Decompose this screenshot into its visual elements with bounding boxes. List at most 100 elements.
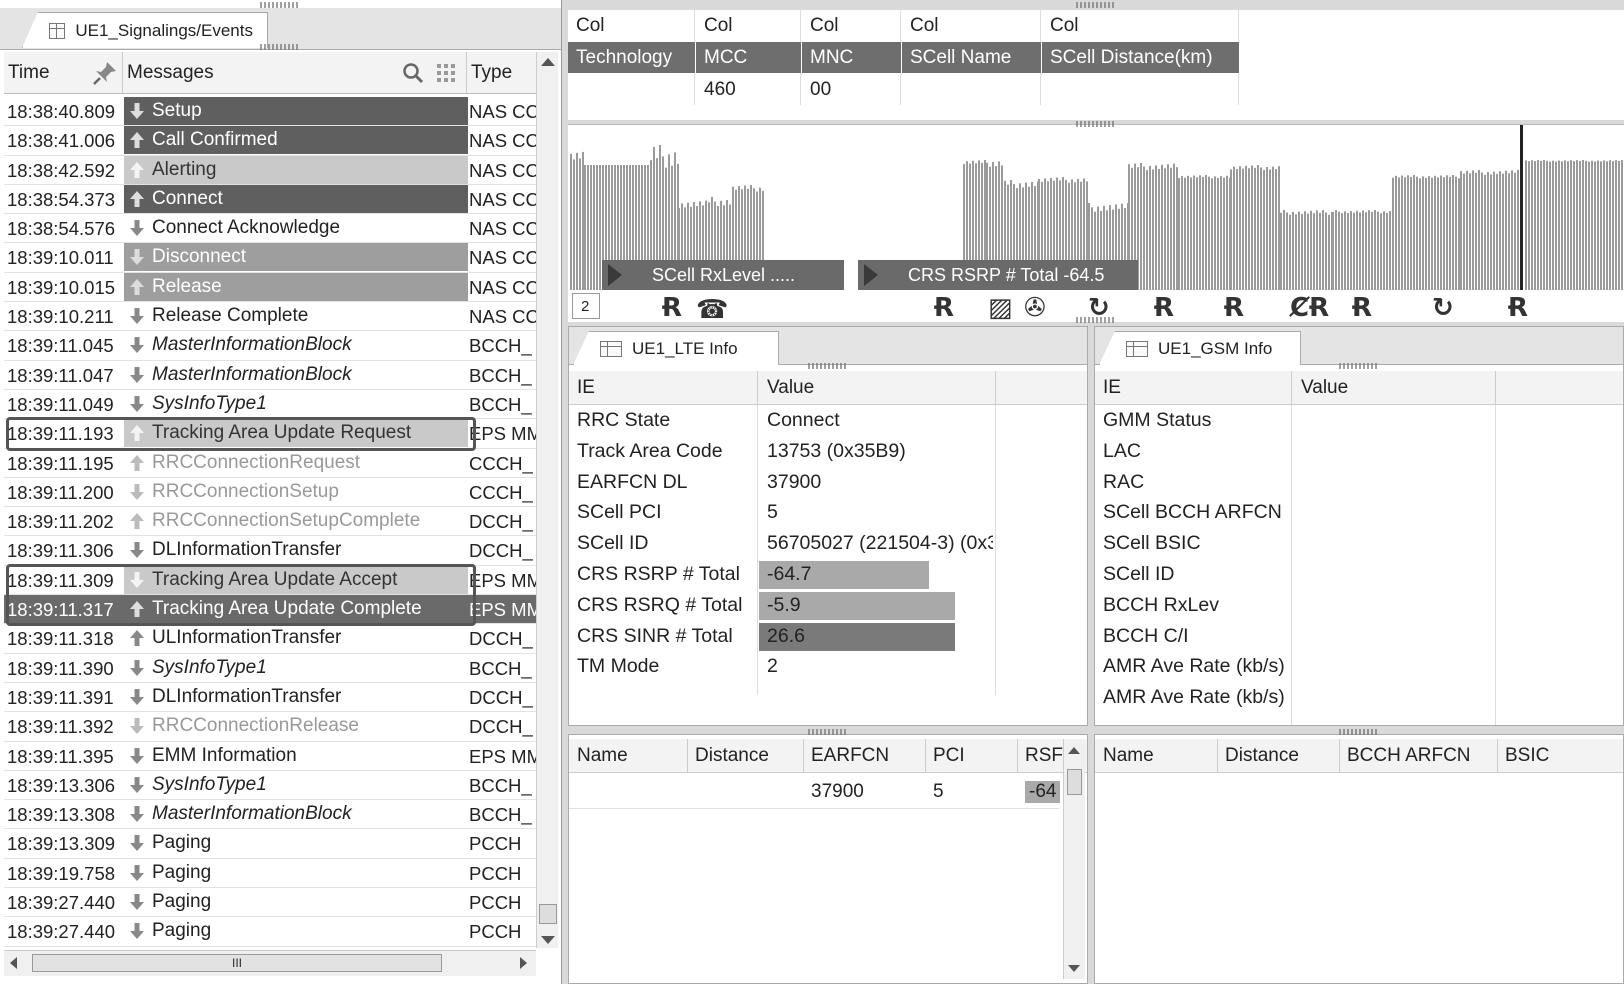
scroll-right-icon[interactable] [520,957,527,969]
table-row[interactable]: 18:39:10.015 Release NAS CC [4,272,539,303]
scroll-left-icon[interactable] [10,957,17,969]
row-message[interactable]: Alerting [124,155,468,184]
row-message[interactable]: RRCConnectionSetupComplete [124,507,468,535]
table-row[interactable]: 18:38:41.006 Call Confirmed NAS CC [4,126,539,156]
r-event-icon[interactable]: Ɍ [1508,293,1528,323]
resize-grip[interactable] [260,44,300,50]
resize-grip[interactable] [1339,363,1379,369]
col-value[interactable]: Value [1301,377,1348,399]
table-row[interactable]: 18:39:11.045 MasterInformationBlock BCCH_ [4,331,536,361]
row-message[interactable]: ULInformationTransfer [124,624,468,652]
tab-lte-info[interactable]: UE1_LTE Info [573,331,779,365]
row-message[interactable]: Call Confirmed [124,126,468,155]
table-row[interactable]: 18:39:11.392 RRCConnectionRelease DCCH_ [4,712,536,742]
table-row[interactable]: 18:39:11.318 ULInformationTransfer DCCH_ [4,624,536,654]
r-event-icon[interactable]: Ɍ [934,293,954,323]
grid-cell[interactable]: Col [1042,10,1239,41]
resize-grip[interactable] [1076,2,1116,8]
scroll-down-icon[interactable] [541,936,555,944]
grid-cell[interactable]: Col [802,10,901,41]
r-event-icon[interactable]: Ɍ [1154,293,1174,323]
row-message[interactable]: SysInfoType1 [124,771,468,799]
scroll-thumb[interactable] [539,904,557,924]
col-time[interactable]: Time [8,62,50,84]
row-message[interactable]: DLInformationTransfer [124,683,468,711]
table-row[interactable]: 18:39:11.195 RRCConnectionRequest CCCH_ [4,449,536,478]
table-row[interactable]: 18:39:10.211 Release Complete NAS CC [4,302,539,332]
grid-cell[interactable] [1042,74,1239,105]
grid-cell[interactable] [902,74,1041,105]
row-message[interactable]: SysInfoType1 [124,390,468,418]
time-cursor[interactable] [1520,125,1523,290]
table-row[interactable]: 18:39:13.306 SysInfoType1 BCCH_ [4,771,536,801]
col-value[interactable]: Value [767,377,814,399]
table-row[interactable]: 18:39:27.440 Paging PCCH [4,917,536,947]
grid-cell[interactable]: 00 [802,74,901,105]
row-message[interactable]: Paging [124,917,468,945]
scroll-up-icon[interactable] [541,58,555,66]
table-row[interactable]: 18:39:13.309 Paging PCCH [4,829,536,859]
grid-cell[interactable]: MNC [802,42,901,73]
table-row[interactable]: 18:39:11.200 RRCConnectionSetup CCCH_ [4,478,536,508]
pin-icon[interactable] [92,60,118,86]
scroll-down-icon[interactable] [1068,965,1080,972]
neighbor-col[interactable]: PCI [933,745,965,767]
neighbor-col[interactable]: BCCH ARFCN [1347,745,1471,767]
neighbor-col[interactable]: Name [1103,745,1154,767]
col-ie[interactable]: IE [577,377,595,399]
grid-cell[interactable] [568,74,695,105]
neighbor-col[interactable]: BSIC [1505,745,1549,767]
vertical-scrollbar[interactable] [1063,739,1085,979]
row-message[interactable]: Setup [124,97,468,125]
row-message[interactable]: Connect [124,184,468,213]
table-row[interactable]: 18:39:10.011 Disconnect NAS CC [4,243,539,273]
table-row[interactable]: 18:38:42.592 Alerting NAS CC [4,155,539,185]
table-row[interactable]: 18:39:27.440 Paging PCCH [4,888,536,918]
row-message[interactable]: Release [124,272,468,301]
r-event-icon[interactable]: Ɍ [662,293,682,323]
hscroll-thumb[interactable]: III [32,954,442,972]
refresh-icon[interactable]: ↻ [1432,293,1454,323]
horizontal-scrollbar[interactable]: III [4,950,536,976]
table-row[interactable]: 18:39:11.202 RRCConnectionSetupComplete DC… [4,507,536,537]
row-message[interactable]: MasterInformationBlock [124,331,468,359]
neighbor-col[interactable]: RSF [1025,745,1063,767]
col-messages[interactable]: Messages [127,62,214,84]
cr-event-icon[interactable]: ȻɌ [1290,293,1329,323]
row-message[interactable]: EMM Information [124,742,468,770]
handover-icon[interactable]: ✇ [1024,293,1046,323]
row-message[interactable]: RRCConnectionRequest [124,449,468,477]
neighbor-col[interactable]: Distance [695,745,769,767]
grid-cell[interactable]: SCell Distance(km) [1042,42,1239,73]
tab-signalings-events[interactable]: UE1_Signalings/Events [22,12,268,48]
tab-gsm-info[interactable]: UE1_GSM Info [1099,331,1301,365]
grid-cell[interactable]: Col [696,10,801,41]
row-message[interactable]: Connect Acknowledge [124,214,468,242]
vertical-scrollbar[interactable] [536,52,558,948]
row-message[interactable]: Release Complete [124,302,468,330]
neighbor-col[interactable]: EARFCN [811,745,889,767]
scell-rxlevel-label[interactable]: SCell RxLevel ..... [602,260,844,290]
search-icon[interactable] [402,62,424,84]
grid-cell[interactable]: SCell Name [902,42,1041,73]
neighbor-col[interactable]: Distance [1225,745,1299,767]
scroll-thumb[interactable] [1067,769,1082,795]
grid-icon[interactable] [436,63,456,83]
table-row[interactable]: 18:39:11.395 EMM Information EPS MM [4,742,539,771]
phone-icon[interactable]: ☎ [696,295,728,325]
grid-cell[interactable]: Col [902,10,1041,41]
resize-grip[interactable] [808,363,848,369]
table-row[interactable]: 18:39:11.391 DLInformationTransfer DCCH_ [4,683,536,713]
table-row[interactable]: 18:39:11.390 SysInfoType1 BCCH_ [4,654,536,683]
scroll-up-icon[interactable] [1068,747,1080,754]
r-event-icon[interactable]: Ɍ [1352,293,1372,323]
resize-grip[interactable] [1339,729,1379,735]
resize-grip[interactable] [1076,317,1116,323]
col-type[interactable]: Type [471,62,512,84]
crs-rsrp-label[interactable]: CRS RSRP # Total -64.5 [858,260,1138,290]
table-row[interactable]: 18:39:19.758 Paging PCCH [4,859,536,889]
table-row[interactable]: 18:39:11.306 DLInformationTransfer DCCH_ [4,536,536,566]
table-row[interactable]: 18:38:40.809 Setup NAS CC [4,97,539,127]
ia-event-icon[interactable]: ▨ [988,293,1013,323]
grid-cell[interactable]: Col [568,10,695,41]
